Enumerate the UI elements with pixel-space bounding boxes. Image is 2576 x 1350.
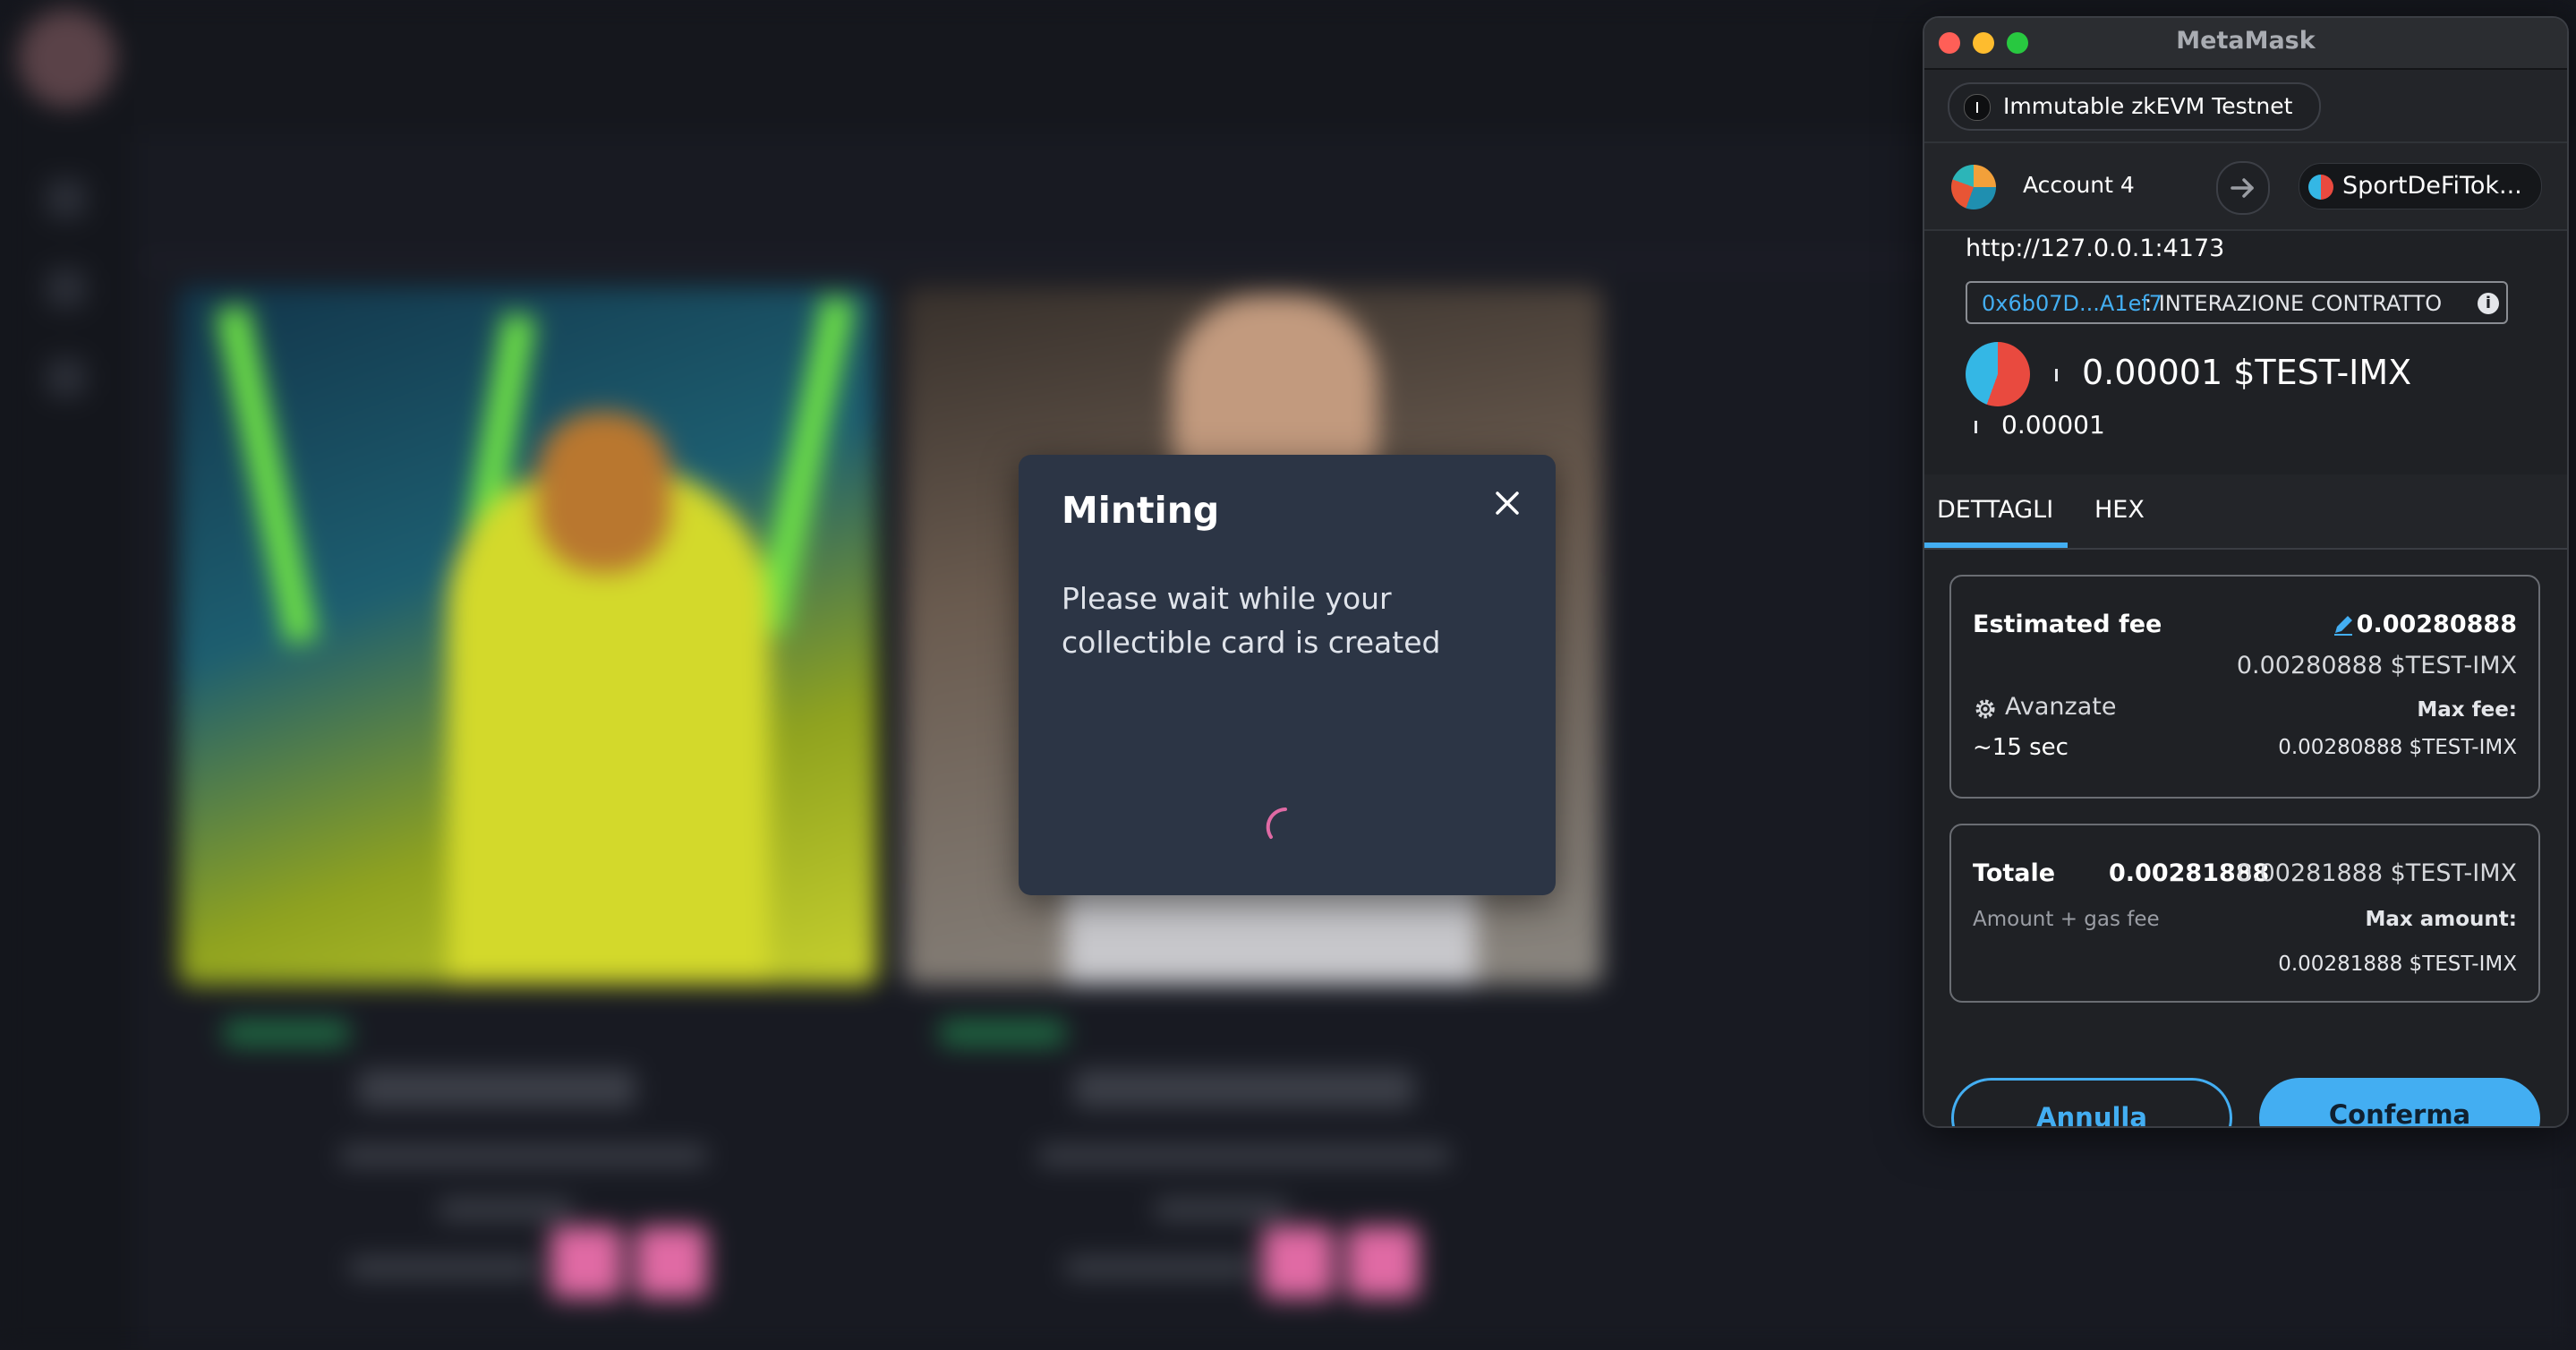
- bg-action-button: [635, 1226, 707, 1298]
- bg-sidebar-icon: [47, 358, 86, 397]
- bg-avatar: [18, 9, 116, 107]
- bg-sidebar-icon: [47, 179, 86, 218]
- bg-badge: [940, 1021, 1065, 1046]
- bg-action-button: [1347, 1226, 1419, 1298]
- account-name: Account 4: [2023, 172, 2135, 198]
- cancel-button-label: Annulla: [2036, 1102, 2147, 1128]
- action-footer: Annulla Conferma: [1924, 1047, 2567, 1128]
- token-name: SportDeFiTok...: [2342, 172, 2522, 200]
- bg-card-image: [179, 286, 877, 985]
- bg-card-text: [1065, 1258, 1253, 1277]
- window-title: MetaMask: [2176, 27, 2316, 55]
- bg-player-head: [537, 412, 671, 573]
- bg-card-text: [1155, 1200, 1289, 1219]
- value-divider: [2055, 369, 2058, 381]
- max-amount-label: Max amount:: [2365, 908, 2517, 931]
- details-tabs: DETTAGLI HEX: [1924, 474, 2567, 550]
- contract-interaction-box: 0x6b07D...A1ef7 : INTERAZIONE CONTRATTO …: [1966, 281, 2508, 324]
- bg-action-button: [1262, 1226, 1334, 1298]
- fee-amount: 0.00280888: [2356, 611, 2517, 638]
- bg-goalpost: [215, 304, 319, 645]
- fee-amount-full: 0.00280888 $TEST-IMX: [2236, 652, 2517, 679]
- transaction-value-secondary: 0.00001: [2001, 410, 2105, 440]
- bg-card-text: [1038, 1146, 1450, 1166]
- window-titlebar: MetaMask: [1924, 18, 2567, 70]
- bg-sidebar: [0, 0, 134, 1350]
- contract-address-link[interactable]: 0x6b07D...A1ef7: [1982, 291, 2162, 316]
- bg-card-title: [1074, 1070, 1414, 1107]
- bg-sidebar-icon: [47, 269, 86, 308]
- network-name: Immutable zkEVM Testnet: [2003, 93, 2293, 119]
- info-icon[interactable]: i: [2478, 293, 2499, 314]
- contract-type-label: : INTERAZIONE CONTRATTO: [2145, 291, 2443, 316]
- total-amount-full: 0.00281888 $TEST-IMX: [2236, 859, 2517, 887]
- minting-modal: Minting Please wait while your collectib…: [1019, 455, 1556, 895]
- modal-message: Please wait while your collectible card …: [1062, 581, 1441, 660]
- bg-card-text: [439, 1200, 573, 1219]
- bg-action-button: [550, 1226, 622, 1298]
- tab-hex[interactable]: HEX: [2094, 496, 2145, 524]
- bg-card-text: [349, 1258, 537, 1277]
- token-icon: [2308, 175, 2333, 200]
- bg-card-text: [340, 1146, 707, 1166]
- tab-dettagli[interactable]: DETTAGLI: [1937, 496, 2053, 524]
- arrow-right-icon: [2216, 161, 2270, 215]
- total-label: Totale: [1973, 859, 2056, 887]
- max-amount-value: 0.00281888 $TEST-IMX: [2278, 953, 2517, 976]
- value-divider: [1975, 421, 1977, 433]
- close-icon[interactable]: [1486, 482, 1529, 525]
- network-selector[interactable]: Immutable zkEVM Testnet: [1948, 82, 2322, 131]
- confirm-button-label: Conferma: [2328, 1099, 2471, 1128]
- transaction-value: 0.00001 $TEST-IMX: [2082, 353, 2412, 392]
- network-icon: [1964, 94, 1991, 121]
- modal-title: Minting: [1062, 489, 1220, 532]
- fee-label: Estimated fee: [1973, 611, 2162, 638]
- max-fee-label: Max fee:: [2417, 698, 2517, 722]
- max-fee-value: 0.00280888 $TEST-IMX: [2278, 736, 2517, 759]
- total-box: Totale 0.00281888 0.00281888 $TEST-IMX A…: [1949, 824, 2540, 1003]
- edit-icon[interactable]: [2331, 612, 2356, 637]
- network-row: Immutable zkEVM Testnet: [1924, 70, 2567, 143]
- account-row: Account 4 SportDeFiTok...: [1924, 143, 2567, 231]
- token-icon: [1966, 342, 2030, 406]
- spinner-icon: [1264, 806, 1307, 849]
- advanced-link[interactable]: Avanzate: [2005, 693, 2116, 721]
- fee-time: ~15 sec: [1973, 734, 2068, 761]
- metamask-window: MetaMask Immutable zkEVM Testnet Account…: [1923, 16, 2569, 1128]
- token-recipient[interactable]: SportDeFiTok...: [2299, 163, 2542, 209]
- bg-divider: [143, 260, 1933, 263]
- bg-goalpost: [752, 295, 856, 636]
- confirm-button[interactable]: Conferma: [2259, 1078, 2540, 1128]
- cancel-button[interactable]: Annulla: [1951, 1078, 2232, 1128]
- origin-url: http://127.0.0.1:4173: [1966, 235, 2225, 262]
- active-tab-indicator: [1924, 543, 2068, 548]
- account-avatar: [1951, 165, 1996, 209]
- gear-icon[interactable]: [1973, 696, 1998, 722]
- bg-badge: [224, 1021, 349, 1046]
- bg-card-title: [358, 1070, 635, 1107]
- estimated-fee-box: Estimated fee 0.00280888 0.00280888 $TES…: [1949, 575, 2540, 799]
- total-sub-label: Amount + gas fee: [1973, 908, 2160, 931]
